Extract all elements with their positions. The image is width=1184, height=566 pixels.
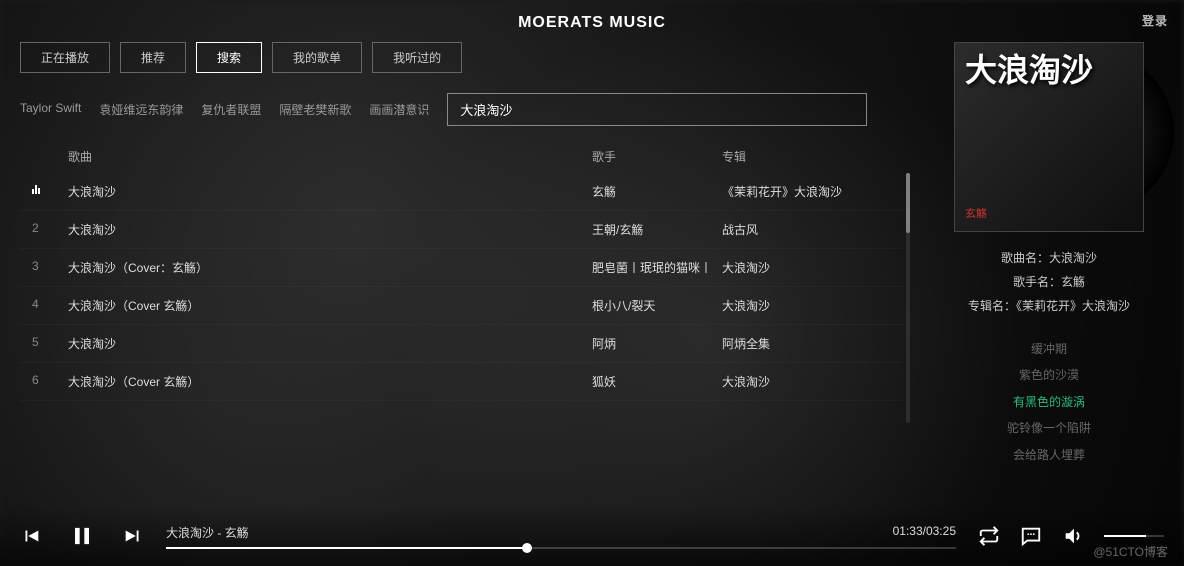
tab-4[interactable]: 我听过的 bbox=[372, 42, 462, 73]
pause-icon[interactable] bbox=[68, 522, 96, 550]
lyric-line: 会给路人埋葬 bbox=[934, 442, 1164, 468]
table-row[interactable]: 2大浪淘沙王朝/玄觞战古风 bbox=[20, 211, 904, 249]
cover-subtitle: 玄觞 bbox=[965, 205, 1133, 221]
lyrics-icon[interactable] bbox=[1020, 525, 1042, 547]
lyric-line: 有黑色的漩涡 bbox=[934, 389, 1164, 415]
app-title: MOERATS MUSIC bbox=[518, 14, 666, 31]
result-list: 大浪淘沙玄觞《茉莉花开》大浪淘沙2大浪淘沙王朝/玄觞战古风3大浪淘沙（Cover… bbox=[20, 173, 904, 401]
search-input[interactable] bbox=[447, 93, 867, 126]
suggestion-3[interactable]: 隔壁老樊新歌 bbox=[279, 101, 351, 118]
next-icon[interactable] bbox=[122, 525, 144, 547]
col-album: 专辑 bbox=[722, 148, 892, 165]
album-art: 大浪淘沙 玄觞 bbox=[954, 42, 1144, 232]
table-row[interactable]: 大浪淘沙玄觞《茉莉花开》大浪淘沙 bbox=[20, 173, 904, 211]
lyric-line: 驼铃像一个陷阱 bbox=[934, 415, 1164, 441]
tab-3[interactable]: 我的歌单 bbox=[272, 42, 362, 73]
playing-icon bbox=[32, 184, 40, 194]
lyrics: 缓冲期紫色的沙漠有黑色的漩涡驼铃像一个陷阱会给路人埋葬 bbox=[934, 336, 1164, 468]
suggestion-0[interactable]: Taylor Swift bbox=[20, 101, 81, 118]
volume-icon[interactable] bbox=[1062, 525, 1084, 547]
track-time: 01:33/03:25 bbox=[893, 524, 956, 541]
table-row[interactable]: 5大浪淘沙阿炳阿炳全集 bbox=[20, 325, 904, 363]
col-song: 歌曲 bbox=[68, 148, 592, 165]
main-tabs: 正在播放推荐搜索我的歌单我听过的 bbox=[20, 42, 904, 73]
track-label: 大浪淘沙 - 玄觞 bbox=[166, 524, 249, 541]
table-row[interactable]: 4大浪淘沙（Cover 玄觞）根小八/裂天大浪淘沙 bbox=[20, 287, 904, 325]
prev-icon[interactable] bbox=[20, 525, 42, 547]
login-link[interactable]: 登录 bbox=[1142, 12, 1168, 29]
tab-2[interactable]: 搜索 bbox=[196, 42, 262, 73]
lyric-line: 缓冲期 bbox=[934, 336, 1164, 362]
volume-slider[interactable] bbox=[1104, 535, 1164, 537]
col-artist: 歌手 bbox=[592, 148, 722, 165]
loop-icon[interactable] bbox=[978, 525, 1000, 547]
search-row: Taylor Swift 袁娅维远东韵律 复仇者联盟 隔壁老樊新歌 画画潜意识 bbox=[20, 93, 904, 126]
table-row[interactable]: 3大浪淘沙（Cover：玄觞）肥皂菌丨珉珉的猫咪丨大浪淘沙 bbox=[20, 249, 904, 287]
watermark: @51CTO博客 bbox=[1093, 543, 1168, 560]
suggestion-2[interactable]: 复仇者联盟 bbox=[201, 101, 261, 118]
tab-1[interactable]: 推荐 bbox=[120, 42, 186, 73]
progress-bar[interactable] bbox=[166, 547, 956, 549]
tab-0[interactable]: 正在播放 bbox=[20, 42, 110, 73]
suggestion-4[interactable]: 画画潜意识 bbox=[369, 101, 429, 118]
suggestion-1[interactable]: 袁娅维远东韵律 bbox=[99, 101, 183, 118]
list-header: 歌曲 歌手 专辑 bbox=[20, 144, 904, 173]
cover-title: 大浪淘沙 bbox=[965, 53, 1133, 88]
table-row[interactable]: 6大浪淘沙（Cover 玄觞）狐妖大浪淘沙 bbox=[20, 363, 904, 401]
lyric-line: 紫色的沙漠 bbox=[934, 362, 1164, 388]
player-bar: 大浪淘沙 - 玄觞 01:33/03:25 bbox=[0, 506, 1184, 566]
scrollbar[interactable] bbox=[906, 173, 910, 423]
now-playing-info: 歌曲名：大浪淘沙 歌手名：玄觞 专辑名：《茉莉花开》大浪淘沙 bbox=[934, 246, 1164, 318]
